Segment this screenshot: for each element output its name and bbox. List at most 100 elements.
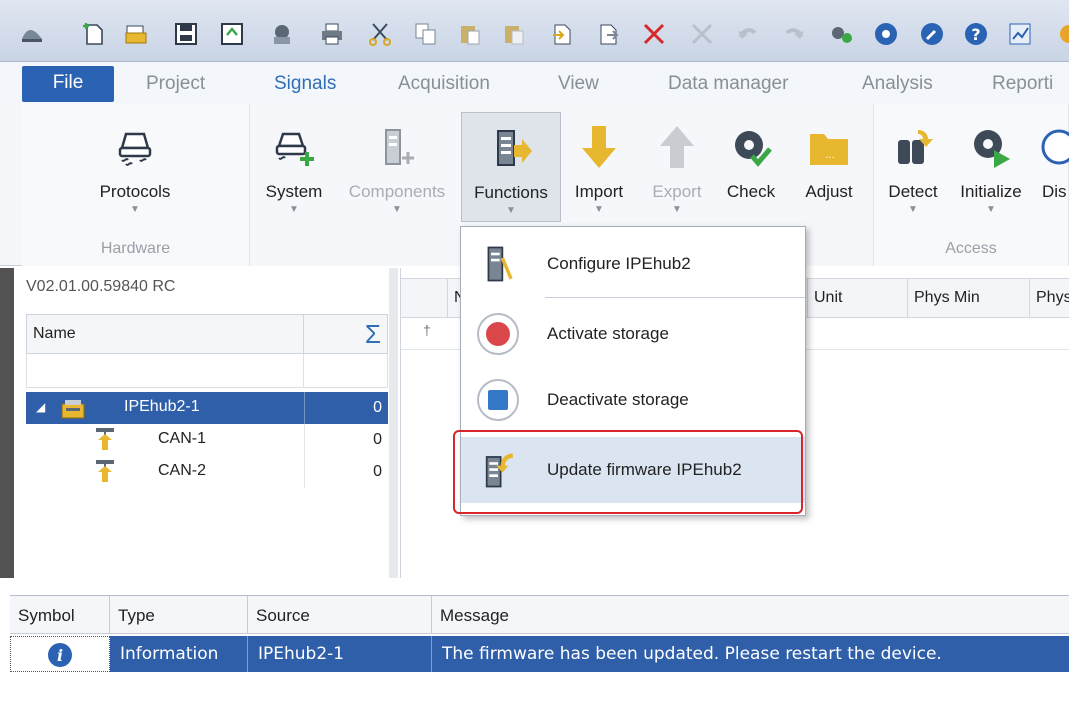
system-label: System [265, 182, 323, 201]
delete-icon[interactable] [640, 20, 668, 48]
tree-row-can1[interactable]: CAN-1 0 [26, 424, 388, 456]
tree-filter-row[interactable] [26, 354, 388, 388]
name-column-header[interactable]: Name [33, 325, 76, 343]
check-button[interactable]: Check [720, 112, 782, 222]
tab-acquisition[interactable]: Acquisition [398, 62, 490, 104]
svg-text:?: ? [971, 25, 980, 44]
functions-button[interactable]: Functions ▼ [461, 112, 561, 222]
delete-all-icon[interactable] [688, 20, 716, 48]
undo-icon[interactable] [734, 20, 762, 48]
tab-file[interactable]: File [22, 66, 114, 102]
log-col-source[interactable]: Source [248, 596, 432, 634]
redo-icon[interactable] [780, 20, 808, 48]
import-arrow-icon [571, 112, 627, 170]
access-group-label: Access [945, 240, 997, 257]
components-label: Components [348, 182, 446, 201]
menu-item-label: Deactivate storage [547, 390, 689, 409]
chevron-down-icon: ▼ [594, 204, 604, 215]
menu-item-label: Configure IPEhub2 [547, 254, 691, 273]
protocols-label: Protocols [99, 182, 171, 201]
panel-splitter[interactable] [389, 268, 398, 578]
help-icon[interactable]: ? [962, 20, 990, 48]
chevron-down-icon: ▼ [289, 204, 299, 215]
print-icon[interactable] [318, 20, 346, 48]
can-connector-icon [92, 426, 118, 454]
initialize-button[interactable]: Initialize ▼ [952, 112, 1030, 222]
grid-col-phys-min[interactable]: Phys Min [907, 279, 1029, 317]
tree-item-label: IPEhub2-1 [124, 398, 200, 415]
tab-data-manager[interactable]: Data manager [668, 62, 788, 104]
log-row[interactable]: i Information IPEhub2-1 The firmware has… [10, 636, 1069, 672]
hardware-tree-panel: V02.01.00.59840 RC Name Σ ◢ IPEhub2-1 0 … [0, 268, 398, 578]
check-label: Check [726, 182, 776, 201]
log-source-cell: IPEhub2-1 [248, 636, 432, 672]
tree-row-can2[interactable]: CAN-2 0 [26, 456, 388, 488]
menu-item-deactivate-storage[interactable]: Deactivate storage [461, 367, 805, 433]
tab-analysis[interactable]: Analysis [862, 62, 933, 104]
export-button[interactable]: Export ▼ [644, 112, 710, 222]
functions-icon [483, 113, 539, 171]
disconnect-icon [1034, 112, 1069, 170]
window-edge [0, 268, 14, 578]
protocols-button[interactable]: Protocols ▼ [90, 112, 180, 222]
stop-blue-icon [475, 377, 521, 423]
grid-col-unit[interactable]: Unit [807, 279, 907, 317]
components-icon [369, 112, 425, 170]
tree-row-ipehub[interactable]: ◢ IPEhub2-1 0 [26, 392, 388, 424]
binoculars-icon [885, 112, 941, 170]
highlight-annotation-box [453, 430, 803, 514]
menu-item-label: Activate storage [547, 324, 669, 343]
grid-col-phys[interactable]: Phys [1029, 279, 1069, 317]
gears-icon[interactable] [828, 20, 856, 48]
gear-play-icon [963, 112, 1019, 170]
tree-item-count: 0 [304, 392, 386, 424]
sum-column-header[interactable]: Σ [303, 315, 389, 353]
import-button[interactable]: Import ▼ [566, 112, 632, 222]
save-as-icon[interactable] [218, 20, 246, 48]
export-label: Export [652, 182, 702, 201]
copy-icon[interactable] [412, 20, 440, 48]
open-folder-icon[interactable] [122, 20, 150, 48]
tree-item-count: 0 [304, 424, 386, 456]
paste-special-icon[interactable] [500, 20, 528, 48]
folder-icon: ... [801, 112, 857, 170]
adjust-button[interactable]: ... Adjust [796, 112, 862, 222]
tools-icon[interactable] [918, 20, 946, 48]
tree-item-count: 0 [304, 456, 386, 488]
record-icon[interactable] [872, 20, 900, 48]
chevron-down-icon: ▼ [672, 204, 682, 215]
chart-icon[interactable] [1006, 20, 1034, 48]
settings-print-icon[interactable] [268, 20, 296, 48]
paste-icon[interactable] [456, 20, 484, 48]
can-connector-icon [92, 458, 118, 486]
new-file-icon[interactable] [80, 20, 108, 48]
tree-item-label: CAN-1 [158, 430, 207, 447]
expand-icon[interactable]: ◢ [36, 400, 45, 414]
info-icon: i [48, 643, 72, 667]
system-button[interactable]: System ▼ [256, 112, 332, 222]
menu-item-configure[interactable]: Configure IPEhub2 [461, 231, 805, 297]
svg-text:...: ... [825, 150, 835, 161]
cut-icon[interactable] [366, 20, 394, 48]
tab-signals[interactable]: Signals [274, 62, 336, 104]
dis-button[interactable]: Dis [1034, 112, 1069, 222]
tab-project[interactable]: Project [146, 62, 205, 104]
log-col-symbol[interactable]: Symbol [10, 596, 110, 634]
import-doc-icon[interactable] [548, 20, 576, 48]
menu-separator [545, 297, 805, 298]
horizontal-splitter[interactable] [0, 578, 1069, 595]
chevron-down-icon: ▼ [130, 204, 140, 215]
components-button[interactable]: Components ▼ [342, 112, 452, 222]
dis-label: Dis [1042, 182, 1067, 201]
record-red-icon [475, 311, 521, 357]
save-icon[interactable] [172, 20, 200, 48]
detect-button[interactable]: Detect ▼ [878, 112, 948, 222]
log-col-type[interactable]: Type [110, 596, 248, 634]
hand-icon[interactable] [1052, 20, 1069, 48]
tab-reporting[interactable]: Reporti [992, 62, 1053, 104]
hub-device-icon [60, 394, 86, 422]
tab-view[interactable]: View [558, 62, 599, 104]
log-col-message[interactable]: Message [432, 596, 1069, 634]
menu-item-activate-storage[interactable]: Activate storage [461, 301, 805, 367]
export-doc-icon[interactable] [594, 20, 622, 48]
